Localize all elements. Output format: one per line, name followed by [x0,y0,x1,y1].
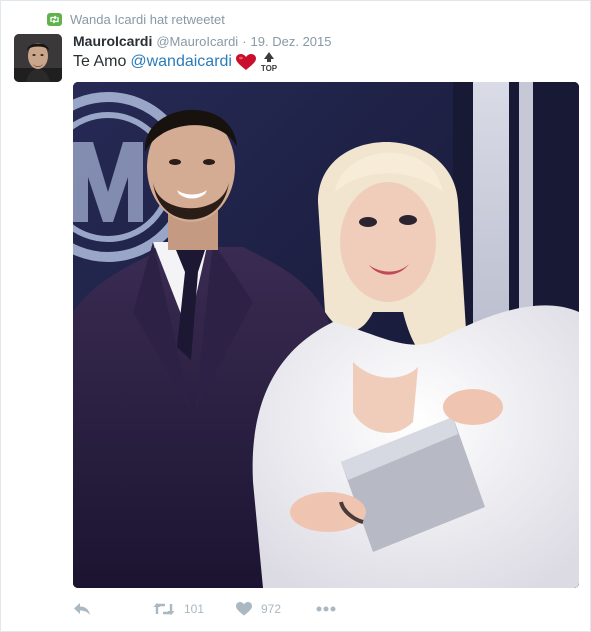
tweet-header: MauroIcardi @MauroIcardi · 19. Dez. 2015 [73,33,332,51]
retweet-button[interactable]: 101 [153,602,236,616]
top-emoji-label: TOP [261,64,278,73]
retweet-context-text[interactable]: Wanda Icardi hat retweetet [70,12,225,27]
top-arrow-emoji: TOP [258,51,280,73]
tweet-photo[interactable] [73,82,579,588]
more-dots-icon [316,606,336,612]
tweet-card[interactable]: Wanda Icardi hat retweetet MauroIcardi @… [0,0,591,632]
like-button[interactable]: 972 [236,602,316,616]
like-count: 972 [261,602,282,616]
tweet-text-plain: Te Amo [73,53,127,70]
avatar-image [14,34,62,82]
retweet-icon [153,603,175,615]
display-name[interactable]: MauroIcardi [73,33,152,49]
timestamp[interactable]: 19. Dez. 2015 [251,34,332,49]
retweet-context: Wanda Icardi hat retweetet [47,11,225,27]
mention-link[interactable]: @wandaicardi [130,53,232,71]
retweet-count: 101 [184,602,205,616]
header-separator: · [242,34,247,49]
red-heart-emoji [235,53,256,71]
reply-button[interactable] [73,602,153,616]
tweet-actions: 101 972 [73,598,336,620]
tweet-text: Te Amo @wandaicardi TOP [73,51,280,73]
screen-name[interactable]: @MauroIcardi [156,34,238,49]
avatar[interactable] [14,34,62,82]
more-button[interactable] [316,606,336,612]
retweet-badge-icon [47,12,62,26]
heart-icon [236,602,252,616]
photo-image [73,82,579,588]
reply-icon [74,603,90,615]
